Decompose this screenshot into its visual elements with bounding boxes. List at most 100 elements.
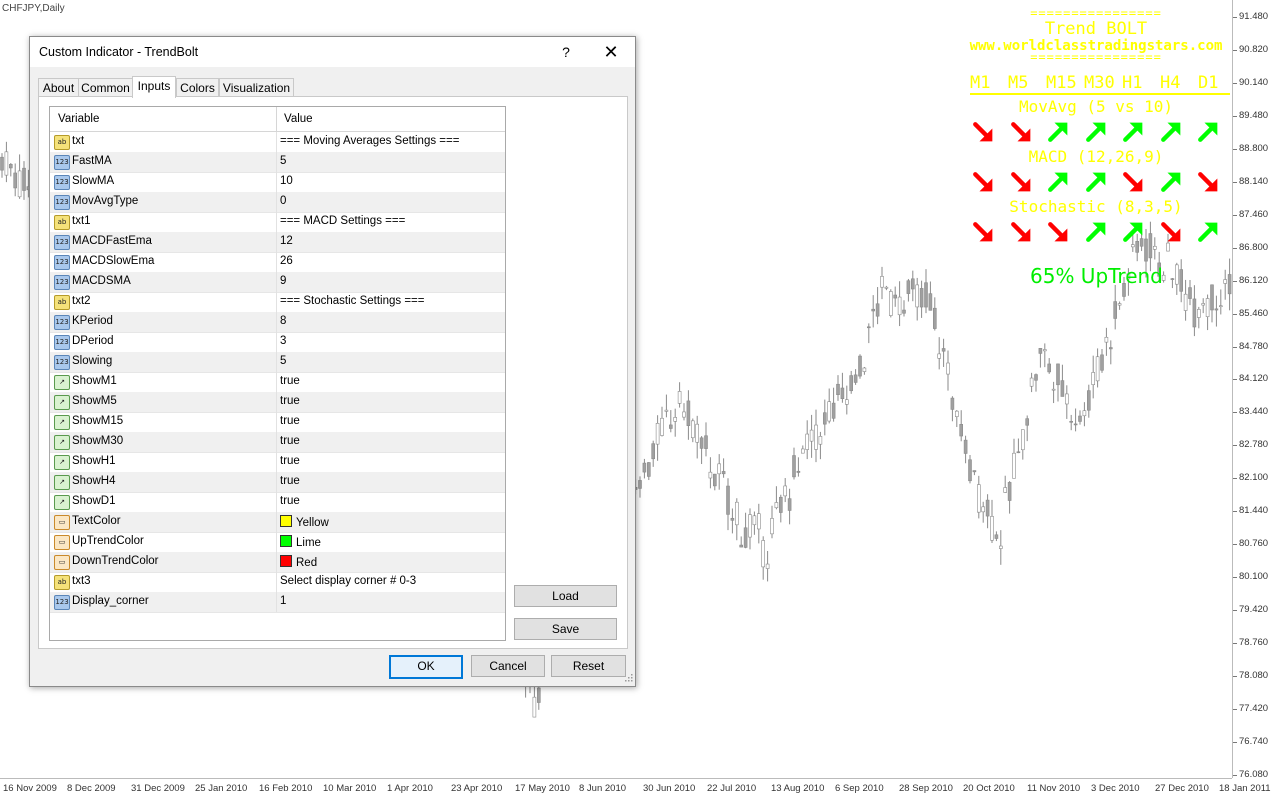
tab-visualization[interactable]: Visualization [219,78,294,97]
value-cell[interactable]: true [280,375,300,387]
candle-body [994,534,999,539]
value-cell[interactable]: 5 [280,355,286,367]
value-cell[interactable]: 10 [280,175,293,187]
input-row-macdfastema[interactable]: 123 MACDFastEma 12 [50,232,505,253]
tab-inputs[interactable]: Inputs [132,76,176,98]
input-row-showh1[interactable]: ↗ ShowH1 true [50,452,505,473]
input-row-slowing[interactable]: 123 Slowing 5 [50,352,505,373]
price-tick-mark [1233,643,1237,645]
load-button[interactable]: Load [514,585,617,607]
value-cell[interactable]: Lime [280,535,321,549]
help-button[interactable]: ? [552,40,580,64]
value-cell[interactable]: 3 [280,335,286,347]
input-row-showm15[interactable]: ↗ ShowM15 true [50,412,505,433]
input-row-showm1[interactable]: ↗ ShowM1 true [50,372,505,393]
value-cell[interactable]: === MACD Settings === [280,215,405,227]
time-tick-label: 20 Oct 2010 [963,783,1015,794]
input-row-txt[interactable]: ab txt === Moving Averages Settings === [50,132,505,153]
value-cell[interactable]: === Moving Averages Settings === [280,135,459,147]
price-axis[interactable]: 91.480 90.820 90.140 89.480 88.800 88.140 87.4… [1232,0,1280,780]
value-cell[interactable]: true [280,495,300,507]
column-header-value[interactable]: Value [284,113,313,125]
price-tick-label: 87.460 [1239,208,1269,220]
value-cell[interactable]: Select display corner # 0-3 [280,575,416,587]
inputs-grid[interactable]: Variable Value ab txt === Moving Averages … [49,106,506,641]
candle-body [858,355,862,377]
input-row-uptrendcolor[interactable]: ▭ UpTrendColor Lime [50,532,505,553]
candle-body [4,151,9,176]
reset-button[interactable]: Reset [551,655,626,677]
input-row-txt1[interactable]: ab txt1 === MACD Settings === [50,212,505,233]
input-row-movavgtype[interactable]: 123 MovAvgType 0 [50,192,505,213]
input-row-kperiod[interactable]: 123 KPeriod 8 [50,312,505,333]
value-cell[interactable]: 1 [280,595,286,607]
column-header-variable[interactable]: Variable [58,113,99,125]
input-row-macdslowema[interactable]: 123 MACDSlowEma 26 [50,252,505,273]
ok-button[interactable]: OK [389,655,463,679]
value-cell[interactable]: Yellow [280,515,329,529]
price-tick-mark [1233,346,1237,348]
save-button[interactable]: Save [514,618,617,640]
candle-body [1100,354,1104,371]
input-row-slowma[interactable]: 123 SlowMA 10 [50,172,505,193]
candle-body [1034,374,1038,381]
time-tick-label: 31 Dec 2009 [131,783,185,794]
variable-name: ShowM30 [72,435,124,447]
close-button[interactable]: ✕ [596,40,626,64]
integer-type-icon: 123 [54,595,70,610]
value-cell[interactable]: === Stochastic Settings === [280,295,425,307]
variable-name: MACDSMA [72,275,131,287]
input-row-display_corner[interactable]: 123 Display_corner 1 [50,592,505,613]
price-tick-label: 91.480 [1239,11,1269,22]
candle-body [655,423,660,445]
variable-name: ShowH1 [72,455,116,467]
input-row-macdsma[interactable]: 123 MACDSMA 9 [50,272,505,293]
value-cell[interactable]: Red [280,555,317,569]
candle-body [22,167,26,191]
input-row-showm30[interactable]: ↗ ShowM30 true [50,432,505,453]
tab-about[interactable]: About [38,78,79,97]
value-cell[interactable]: 0 [280,195,286,207]
value-cell[interactable]: 5 [280,155,286,167]
candle-body [849,375,854,392]
value-cell[interactable]: 9 [280,275,286,287]
integer-type-icon: 123 [54,315,70,330]
value-cell[interactable]: true [280,435,300,447]
arrow-down-right-icon [973,222,993,242]
price-tick-label: 80.760 [1239,538,1269,550]
tab-common[interactable]: Common [78,78,133,97]
variable-name: Slowing [72,355,113,367]
dialog-titlebar[interactable]: Custom Indicator - TrendBolt ? ✕ [30,37,635,67]
candle-body [915,284,920,308]
price-tick-mark [1233,478,1237,480]
candle-body [717,463,722,475]
input-row-dperiod[interactable]: 123 DPeriod 3 [50,332,505,353]
input-row-downtrendcolor[interactable]: ▭ DownTrendColor Red [50,552,505,573]
input-row-showm5[interactable]: ↗ ShowM5 true [50,392,505,413]
candle-body [932,307,937,329]
value-cell[interactable]: 12 [280,235,293,247]
candle-body [906,280,911,294]
value-cell[interactable]: true [280,475,300,487]
input-row-showh4[interactable]: ↗ ShowH4 true [50,472,505,493]
cancel-button[interactable]: Cancel [471,655,545,677]
variable-cell: ab txt [50,132,277,152]
value-cell[interactable]: true [280,455,300,467]
variable-cell: 123 DPeriod [50,332,277,352]
value-cell[interactable]: true [280,395,300,407]
time-axis[interactable]: 16 Nov 2009 8 Dec 2009 31 Dec 2009 25 Jan 2… [0,778,1271,801]
inputs-tab-page: Variable Value ab txt === Moving Averages … [38,96,628,649]
input-row-showd1[interactable]: ↗ ShowD1 true [50,492,505,513]
resize-grip-icon[interactable] [623,674,633,684]
input-row-txt3[interactable]: ab txt3 Select display corner # 0-3 [50,572,505,593]
integer-type-icon: 123 [54,275,70,290]
tab-colors[interactable]: Colors [176,78,219,97]
candle-body [1012,452,1016,479]
input-row-fastma[interactable]: 123 FastMA 5 [50,152,505,173]
input-row-txt2[interactable]: ab txt2 === Stochastic Settings === [50,292,505,313]
value-cell[interactable]: 26 [280,255,293,267]
value-cell[interactable]: true [280,415,300,427]
value-cell[interactable]: 8 [280,315,286,327]
variable-cell: ab txt1 [50,212,277,232]
input-row-textcolor[interactable]: ▭ TextColor Yellow [50,512,505,533]
